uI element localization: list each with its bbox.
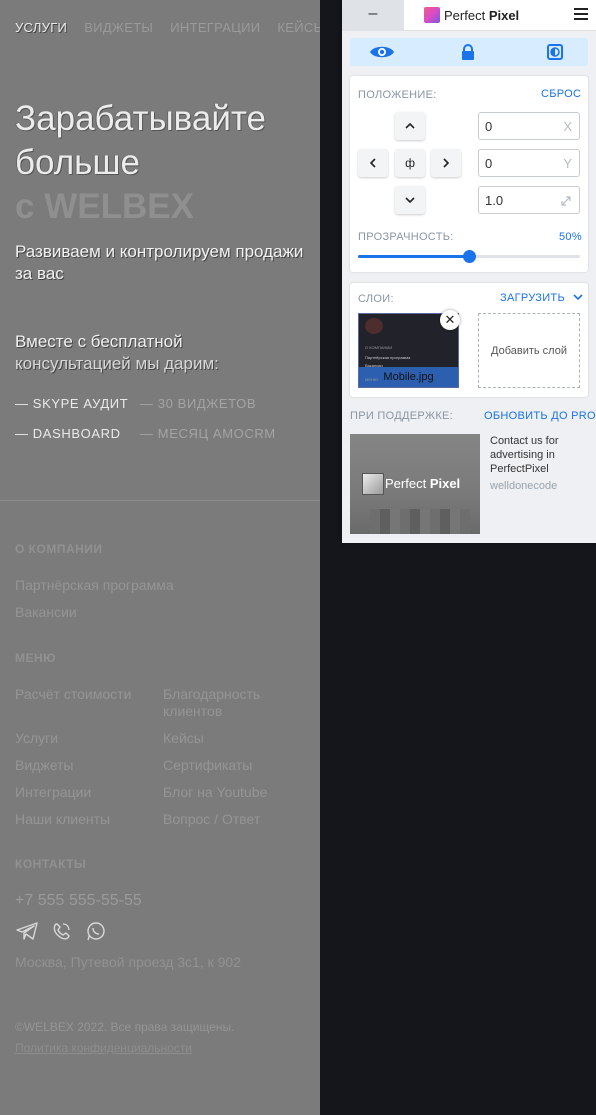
site-nav: УСЛУГИ ВИДЖЕТЫ ИНТЕГРАЦИИ КЕЙСЫ: [15, 20, 320, 35]
brand-logo: Perfect Pixel: [424, 7, 519, 23]
y-offset-input[interactable]: 0 Y: [478, 149, 580, 177]
footer-company-title: О КОМПАНИИ: [15, 542, 103, 556]
thumbnail-line-3: МЕНЮ: [365, 377, 378, 382]
minimize-button[interactable]: –: [342, 0, 404, 30]
upgrade-pro-link[interactable]: ОБНОВИТЬ ДО PRO: [484, 410, 596, 422]
upload-label: ЗАГРУЗИТЬ: [500, 292, 565, 304]
footer-privacy-link[interactable]: Политика конфиденциальности: [15, 1041, 192, 1055]
eye-icon[interactable]: [367, 42, 397, 62]
footer-link-certificates[interactable]: Сертификаты: [163, 757, 252, 774]
footer-copyright: ©WELBEX 2022. Все права защищены.: [15, 1020, 235, 1034]
telegram-icon[interactable]: [15, 921, 39, 941]
position-label: ПОЛОЖЕНИЕ:: [358, 89, 437, 101]
opacity-label: ПРОЗРАЧНОСТЬ:: [358, 231, 454, 243]
ad-source[interactable]: welldonecode: [490, 480, 557, 492]
nav-item-integrations[interactable]: ИНТЕГРАЦИИ: [170, 20, 260, 35]
chevron-left-icon: [369, 158, 376, 168]
hero-line-1: Зарабатывайте: [15, 99, 266, 138]
brand-name-part1: Perfect: [444, 7, 486, 23]
nav-item-cases[interactable]: КЕЙСЫ: [277, 20, 320, 35]
opacity-value: 50%: [559, 231, 582, 243]
thumbnail-blob: [365, 318, 383, 334]
viber-icon[interactable]: [50, 921, 74, 941]
hero-subtitle: Развиваем и контролируем продажи за вас: [15, 242, 304, 283]
center-button[interactable]: ф: [395, 149, 425, 177]
support-label: ПРИ ПОДДЕРЖКЕ:: [350, 410, 454, 422]
footer-link-vacancies[interactable]: Вакансии: [15, 604, 77, 621]
opacity-slider[interactable]: [358, 250, 580, 263]
opacity-slider-handle[interactable]: [463, 250, 476, 263]
remove-layer-button[interactable]: ✕: [440, 310, 460, 330]
menu-icon[interactable]: [574, 8, 588, 23]
ad-banner-image[interactable]: Perfect Pixel: [350, 434, 480, 534]
perfectpixel-logo-icon: [362, 473, 384, 495]
y-unit-label: Y: [563, 156, 572, 171]
ad-text[interactable]: Contact us for advertising in PerfectPix…: [490, 434, 590, 476]
reset-button[interactable]: СБРОС: [541, 88, 581, 100]
perfectpixel-panel: – Perfect Pixel ПОЛОЖЕНИЕ: СБРОС ф 0 X 0…: [342, 0, 596, 543]
chevron-down-icon: [405, 197, 415, 204]
opacity-slider-fill: [358, 255, 469, 258]
ad-pixel-pattern: [370, 509, 470, 534]
gift-line-1: Вместе с бесплатной: [15, 332, 183, 351]
footer-phone[interactable]: +7 555 555-55-55: [15, 892, 142, 910]
move-right-button[interactable]: [431, 149, 461, 177]
x-offset-value: 0: [485, 119, 493, 134]
ad-logo-text-part1: Perfect: [385, 476, 427, 491]
perfectpixel-logo-icon: [424, 7, 440, 23]
footer-link-youtube[interactable]: Блог на Youtube: [163, 784, 267, 801]
hero-line-3: с WELBEX: [15, 187, 194, 226]
footer-link-partner[interactable]: Партнёрская программа: [15, 577, 174, 594]
perk-amocrm: — МЕСЯЦ AMOCRM: [140, 426, 276, 441]
perk-skype-audit: — SKYPE АУДИТ: [15, 396, 129, 411]
thumbnail-heading: О КОМПАНИИ: [365, 345, 393, 350]
perk-dashboard: — DASHBOARD: [15, 426, 121, 441]
resize-icon: [561, 196, 571, 206]
upload-button[interactable]: ЗАГРУЗИТЬ: [500, 292, 583, 304]
panel-toolbar: [350, 38, 588, 66]
x-unit-label: X: [563, 119, 572, 134]
whatsapp-icon[interactable]: [84, 921, 108, 941]
footer-link-thanks[interactable]: Благодарность клиентов: [163, 686, 283, 720]
x-offset-input[interactable]: 0 X: [478, 112, 580, 140]
panel-topbar: – Perfect Pixel: [342, 0, 596, 31]
ad-logo-text: Perfect Pixel: [385, 476, 460, 491]
chevron-down-icon: [573, 294, 583, 301]
ad-logo-text-part2: Pixel: [429, 476, 461, 491]
thumbnail-line-1: Партнёрская программа: [365, 355, 411, 360]
move-up-button[interactable]: [395, 112, 425, 140]
scale-input[interactable]: 1.0: [478, 186, 580, 214]
layers-label: СЛОИ:: [358, 293, 394, 305]
gift-heading: Вместе с бесплатной консультацией мы дар…: [15, 331, 305, 375]
footer-link-widgets[interactable]: Виджеты: [15, 757, 74, 774]
move-down-button[interactable]: [395, 186, 425, 214]
footer-address: Москва, Путевой проезд 3с1, к 902: [15, 954, 241, 970]
brand-name-part2: Pixel: [488, 7, 520, 23]
footer-link-price[interactable]: Расчёт стоимости: [15, 686, 135, 703]
y-offset-value: 0: [485, 156, 493, 171]
add-layer-button[interactable]: Добавить слой: [478, 313, 580, 388]
nav-item-widgets[interactable]: ВИДЖЕТЫ: [84, 20, 153, 35]
chevron-right-icon: [443, 158, 450, 168]
footer-link-cases[interactable]: Кейсы: [163, 730, 204, 747]
lock-icon[interactable]: [453, 42, 483, 62]
website-preview: УСЛУГИ ВИДЖЕТЫ ИНТЕГРАЦИИ КЕЙСЫ Зарабаты…: [0, 0, 320, 1115]
hero-line-2: больше: [15, 143, 140, 182]
chevron-up-icon: [405, 122, 415, 129]
footer-link-faq[interactable]: Вопрос / Ответ: [163, 811, 260, 828]
footer-link-services[interactable]: Услуги: [15, 730, 58, 747]
footer-link-clients[interactable]: Наши клиенты: [15, 811, 110, 828]
perk-widgets: — 30 ВИДЖЕТОВ: [140, 396, 257, 411]
footer-divider: [0, 500, 320, 501]
footer-menu-title: МЕНЮ: [15, 651, 57, 665]
gift-line-2: консультацией мы дарим:: [15, 354, 219, 373]
hero-heading: Зарабатывайте больше с WELBEX: [15, 97, 266, 229]
move-left-button[interactable]: [358, 149, 388, 177]
scale-value: 1.0: [485, 193, 504, 208]
footer-link-integrations[interactable]: Интеграции: [15, 784, 91, 801]
invert-icon[interactable]: [540, 42, 570, 62]
nav-item-services[interactable]: УСЛУГИ: [15, 20, 67, 35]
footer-contacts-title: КОНТАКТЫ: [15, 857, 87, 871]
